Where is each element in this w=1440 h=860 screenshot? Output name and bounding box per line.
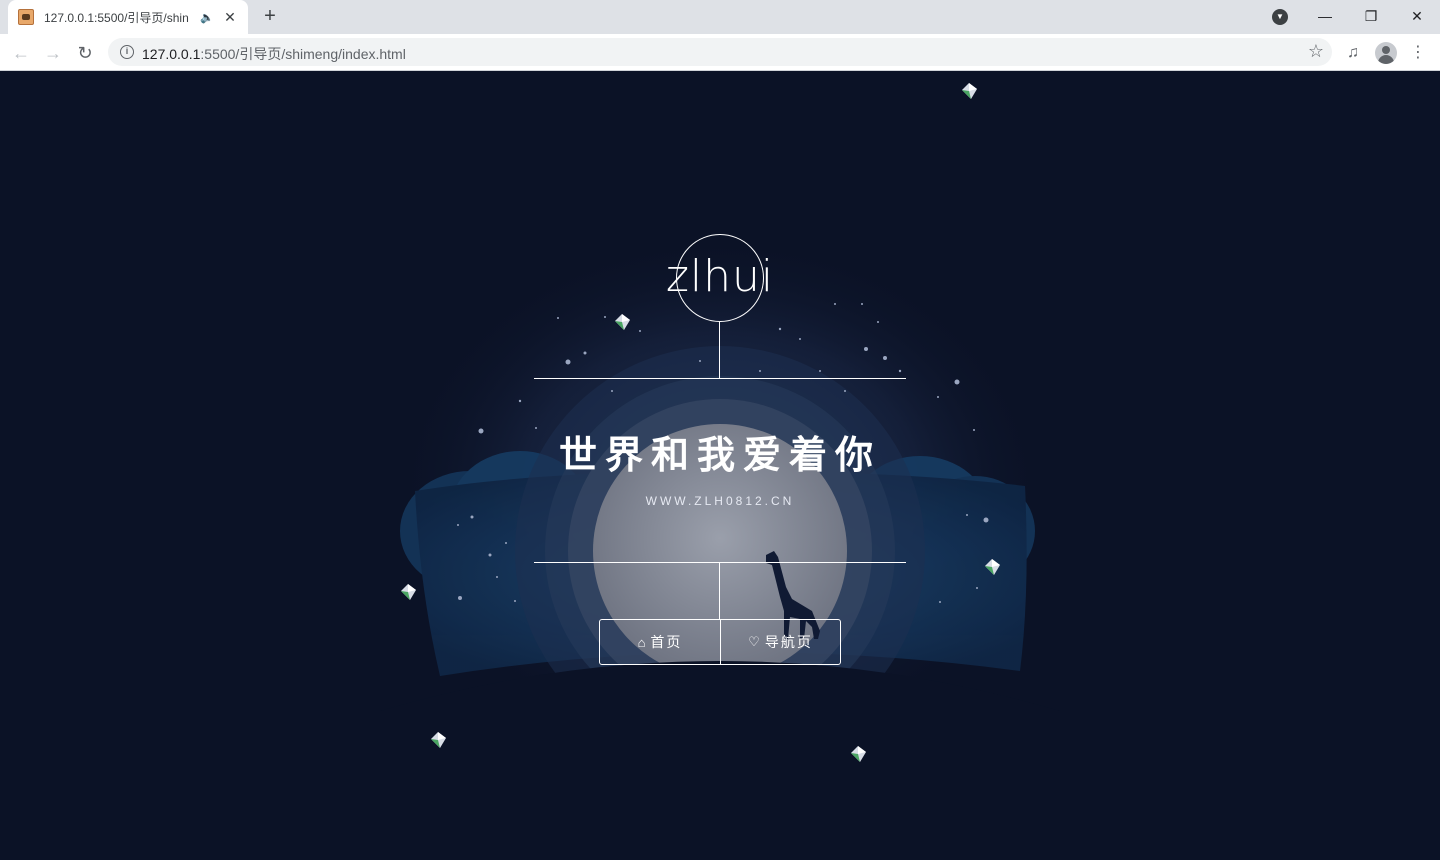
home-button-label: 首页 xyxy=(650,634,683,650)
ground xyxy=(380,661,1060,860)
navigation-page-button-label: 导航页 xyxy=(764,634,813,650)
site-info-icon[interactable]: i xyxy=(120,45,134,59)
page-content: zlhui 世界和我爱着你 WWW.ZLH0812.CN ⌂ 首页 ♡ 导航页 xyxy=(0,71,1440,860)
page-title: 世界和我爱着你 xyxy=(558,435,881,477)
tab-close-icon[interactable]: ✕ xyxy=(222,9,238,26)
page-subtitle: WWW.ZLH0812.CN xyxy=(645,494,795,508)
home-button[interactable]: ⌂ 首页 xyxy=(600,620,720,664)
favicon-icon xyxy=(18,9,34,25)
back-button[interactable]: ← xyxy=(8,40,34,66)
nav-button-group: ⌂ 首页 ♡ 导航页 xyxy=(599,619,841,665)
divider-horizontal-bottom xyxy=(534,562,906,563)
navigation-page-button[interactable]: ♡ 导航页 xyxy=(720,620,840,664)
crystal-icon xyxy=(401,584,416,600)
new-tab-button[interactable]: + xyxy=(258,5,282,29)
profile-avatar[interactable] xyxy=(1375,42,1397,64)
divider-vertical-bottom xyxy=(719,562,720,619)
divider-vertical-top xyxy=(719,322,720,378)
crystal-icon xyxy=(985,559,1000,575)
audio-playing-icon[interactable]: 🔈 xyxy=(200,11,214,24)
menu-kebab-icon[interactable]: ⋮ xyxy=(1405,40,1431,66)
heart-icon: ♡ xyxy=(748,634,762,649)
forward-button[interactable]: → xyxy=(40,40,66,66)
tab-title: 127.0.0.1:5500/引导页/shin xyxy=(44,10,189,25)
restore-button[interactable]: ❐ xyxy=(1348,0,1394,34)
tab-search-icon[interactable]: ▼ xyxy=(1272,9,1288,25)
crystal-icon xyxy=(851,746,866,762)
logo-text: zlhui xyxy=(665,251,775,302)
url-text[interactable]: 127.0.0.1:5500/引导页/shimeng/index.html xyxy=(142,44,406,64)
minimize-button[interactable]: — xyxy=(1302,0,1348,34)
divider-horizontal-top xyxy=(534,378,906,379)
browser-toolbar: ← → ↻ i 127.0.0.1:5500/引导页/shimeng/index… xyxy=(0,34,1440,71)
crystal-icon xyxy=(615,314,630,330)
address-bar[interactable]: i 127.0.0.1:5500/引导页/shimeng/index.html … xyxy=(108,38,1332,66)
browser-tabbar: 127.0.0.1:5500/引导页/shin 🔈 ✕ + ▼ — ❐ ✕ xyxy=(0,0,1440,34)
home-icon: ⌂ xyxy=(637,634,648,650)
crystal-icon xyxy=(431,732,446,748)
reload-button[interactable]: ↻ xyxy=(72,40,98,66)
bookmark-star-icon[interactable]: ☆ xyxy=(1308,41,1324,62)
browser-tab[interactable]: 127.0.0.1:5500/引导页/shin 🔈 ✕ xyxy=(8,0,248,34)
crystal-icon xyxy=(962,83,977,99)
close-window-button[interactable]: ✕ xyxy=(1394,0,1440,34)
media-control-icon[interactable]: ♫ xyxy=(1340,40,1366,66)
